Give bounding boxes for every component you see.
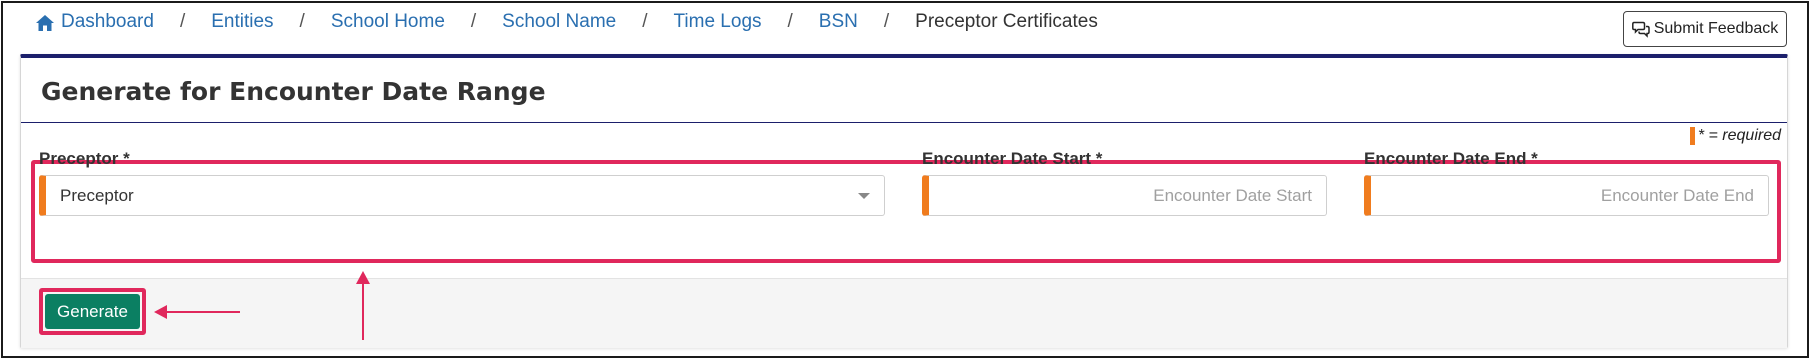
arrow-left-annotation [154, 305, 240, 319]
arrow-up-annotation [356, 271, 370, 340]
annotation-arrows [154, 271, 370, 340]
